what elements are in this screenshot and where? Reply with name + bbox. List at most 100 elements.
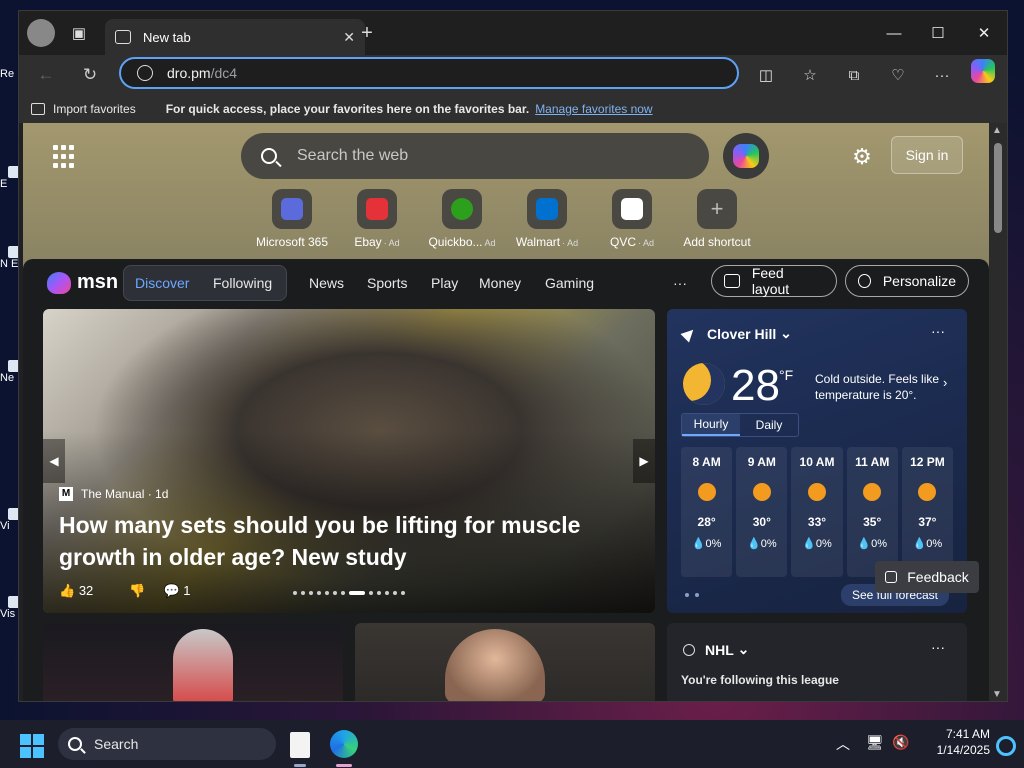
favorites-icon[interactable]: ☆: [795, 61, 825, 89]
app-launcher-icon[interactable]: [53, 145, 75, 168]
feed-layout-button[interactable]: Feed layout: [711, 265, 837, 297]
copilot-sidebar-icon[interactable]: [971, 59, 995, 83]
shortcut-quickbooks[interactable]: Quickbo... Ad: [417, 189, 507, 249]
tab-actions-icon[interactable]: ▣: [65, 19, 93, 47]
nhl-title[interactable]: NHL ⌄: [683, 641, 749, 658]
shortcut-qvc[interactable]: QVC · Ad: [587, 189, 677, 249]
refresh-icon[interactable]: ↻: [75, 61, 105, 89]
hour-forecast-item[interactable]: 9 AM 30° 💧0%: [736, 447, 788, 577]
notification-icon[interactable]: [996, 736, 1016, 756]
more-menu-icon[interactable]: ···: [927, 61, 957, 89]
tab-daily[interactable]: Daily: [740, 414, 798, 436]
personalize-button[interactable]: Personalize: [845, 265, 969, 297]
collections-icon[interactable]: ⧉: [839, 61, 869, 89]
volume-mute-icon[interactable]: 🔇: [892, 734, 909, 751]
desktop-icon[interactable]: Ne: [0, 360, 20, 412]
desktop-icon[interactable]: E: [0, 166, 20, 218]
shortcut-ebay[interactable]: Ebay · Ad: [332, 189, 422, 249]
chevron-up-icon[interactable]: ︿: [836, 734, 850, 754]
feedback-icon: [885, 571, 898, 583]
maximize-button[interactable]: ☐: [915, 11, 961, 55]
nav-money[interactable]: Money: [479, 275, 521, 291]
sun-icon: [863, 483, 882, 501]
manage-favorites-link[interactable]: Manage favorites now: [535, 102, 652, 116]
new-tab-page: Search the web ⚙ Sign in Microsoft 365 E…: [23, 123, 989, 701]
desktop-icon[interactable]: Re: [0, 68, 20, 120]
scroll-up-arrow-icon[interactable]: ▲: [992, 125, 1002, 136]
scroll-down-arrow-icon[interactable]: ▼: [992, 689, 1002, 700]
hour-forecast-item[interactable]: 10 AM 33° 💧0%: [791, 447, 843, 577]
taskbar-search[interactable]: Search: [58, 728, 276, 760]
tab-following[interactable]: Following: [213, 275, 272, 291]
msn-butterfly-icon: [47, 271, 71, 294]
gear-icon[interactable]: ⚙: [849, 144, 875, 170]
hour-forecast-item[interactable]: 11 AM 35° 💧0%: [846, 447, 898, 577]
new-tab-button[interactable]: +: [353, 19, 381, 47]
desktop-icon[interactable]: Vis: [0, 596, 20, 648]
copilot-button[interactable]: [723, 133, 769, 179]
shortcut-walmart[interactable]: Walmart · Ad: [502, 189, 592, 249]
title-bar: ▣ New tab ✕ + — ☐ ✕: [19, 11, 1007, 55]
system-clock[interactable]: 7:41 AM 1/14/2025: [922, 726, 990, 758]
tab-page-icon: [115, 30, 131, 44]
sliders-icon: [724, 274, 740, 288]
shortcut-microsoft-365[interactable]: Microsoft 365: [247, 189, 337, 249]
location-arrow-icon: [680, 325, 698, 342]
page-scrollbar[interactable]: ▲ ▼: [989, 123, 1007, 701]
edge-icon[interactable]: [330, 730, 358, 758]
current-temperature: 28: [731, 361, 780, 410]
feedback-button[interactable]: Feedback: [875, 561, 979, 593]
scrollbar-thumb[interactable]: [994, 143, 1002, 233]
split-screen-icon[interactable]: ◫: [751, 61, 781, 89]
network-icon[interactable]: 🖥: [866, 734, 884, 751]
tab-hourly[interactable]: Hourly: [682, 414, 740, 436]
windows-start-icon[interactable]: [20, 734, 44, 758]
address-bar[interactable]: dro.pm/dc4: [119, 57, 739, 89]
sign-in-button[interactable]: Sign in: [891, 136, 963, 174]
article-headline[interactable]: How many sets should you be lifting for …: [59, 509, 619, 573]
msn-logo[interactable]: msn: [47, 271, 118, 294]
weather-more-icon[interactable]: ···: [931, 323, 945, 339]
profile-avatar-icon[interactable]: [27, 19, 55, 47]
weather-location[interactable]: Clover Hill ⌄: [680, 325, 792, 342]
desktop-icon[interactable]: N E: [0, 246, 20, 298]
hour-forecast-item[interactable]: 12 PM 37° 💧0%: [901, 447, 954, 577]
article-source: M The Manual · 1d: [59, 487, 168, 501]
minimize-button[interactable]: —: [871, 11, 917, 55]
nav-news[interactable]: News: [309, 275, 344, 291]
desktop-icon[interactable]: Vi: [0, 508, 20, 560]
add-shortcut-button[interactable]: + Add shortcut: [672, 189, 762, 249]
nav-play[interactable]: Play: [431, 275, 458, 291]
sun-icon: [918, 483, 937, 501]
browser-essentials-icon[interactable]: ♡: [883, 61, 913, 89]
carousel-next-arrow-icon[interactable]: ▶: [633, 439, 655, 483]
nav-more-icon[interactable]: ···: [673, 275, 687, 291]
like-button[interactable]: 👍 32: [59, 583, 111, 599]
dislike-icon[interactable]: 👎: [129, 583, 145, 599]
file-explorer-icon[interactable]: [290, 732, 310, 758]
hour-forecast-item[interactable]: 8 AM 28° 💧0%: [681, 447, 733, 577]
chevron-right-icon[interactable]: ›: [943, 375, 947, 390]
close-window-button[interactable]: ✕: [961, 11, 1007, 55]
import-icon: [31, 103, 45, 115]
news-article-card[interactable]: [355, 623, 655, 701]
carousel-prev-arrow-icon[interactable]: ◀: [43, 439, 65, 483]
browser-toolbar: ← ↻ dro.pm/dc4 ◫ ☆ ⧉ ♡ ···: [19, 55, 1007, 95]
sun-icon: [808, 483, 826, 501]
ebay-icon: [366, 198, 388, 220]
nav-sports[interactable]: Sports: [367, 275, 407, 291]
player-image: [173, 629, 233, 701]
import-favorites-button[interactable]: Import favorites: [31, 102, 136, 116]
baseball-article-card[interactable]: [43, 623, 343, 701]
hero-article-card[interactable]: ◀ ▶ M The Manual · 1d How many sets shou…: [43, 309, 655, 613]
source-logo-icon: M: [59, 487, 73, 501]
comment-button[interactable]: 💬 1: [163, 583, 208, 599]
tab-new-tab[interactable]: New tab ✕: [105, 19, 365, 55]
weather-tabs: Hourly Daily: [681, 413, 799, 437]
web-search-box[interactable]: Search the web: [241, 133, 709, 179]
back-arrow-icon[interactable]: ←: [31, 61, 61, 89]
tab-discover[interactable]: Discover: [135, 275, 189, 291]
hourly-forecast: 8 AM 28° 💧0% 9 AM 30° 💧0% 10 AM 33° 💧0% 11 AM 3…: [681, 447, 954, 577]
nhl-more-icon[interactable]: ···: [931, 639, 945, 655]
nav-gaming[interactable]: Gaming: [545, 275, 594, 291]
